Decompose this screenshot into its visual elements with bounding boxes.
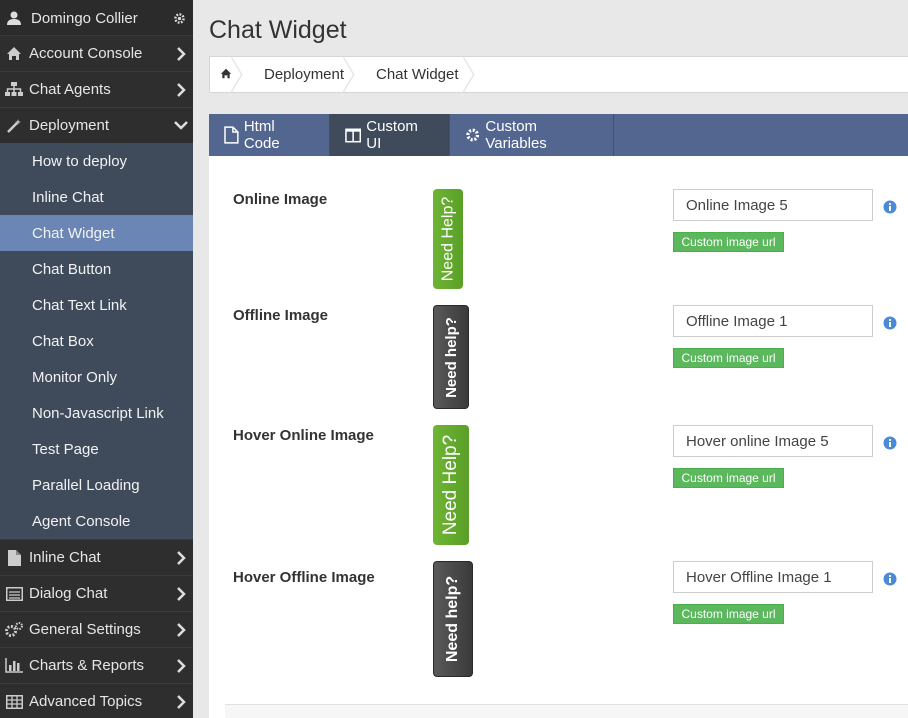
hover-offline-image-url-button[interactable]: Custom image url (673, 604, 784, 624)
chevron-right-icon (169, 550, 193, 565)
sidebar-item-label: Charts & Reports (29, 657, 145, 674)
chevron-down-icon (169, 121, 193, 130)
preview-text: Need Help? (440, 434, 461, 536)
bar-chart-icon (0, 658, 28, 673)
hover-online-image-url-button[interactable]: Custom image url (673, 468, 784, 488)
sidebar-subitem-how-to-deploy[interactable]: How to deploy (0, 143, 193, 179)
sidebar-item-label: Inline Chat (29, 549, 101, 566)
table-icon (0, 694, 28, 709)
sidebar-subitem-agent-console[interactable]: Agent Console (0, 503, 193, 539)
chevron-right-icon (169, 586, 193, 601)
tab-bar: Html Code Custom UI Custom Variables (209, 114, 908, 156)
sidebar-subitem-chat-box[interactable]: Chat Box (0, 323, 193, 359)
online-image-field[interactable] (673, 189, 873, 221)
main-area: Chat Widget Deployment Chat Widget Html … (193, 0, 908, 718)
sidebar-subitem-chat-widget[interactable]: Chat Widget (0, 215, 193, 251)
sidebar-item-account-console[interactable]: Account Console (0, 35, 193, 71)
sidebar-subitem-monitor-only[interactable]: Monitor Only (0, 359, 193, 395)
tab-label: Custom UI (366, 118, 418, 152)
breadcrumb: Deployment Chat Widget (209, 56, 908, 93)
hover-online-image-preview: Need Help? (433, 425, 469, 545)
list-window-icon (0, 586, 28, 601)
hover-offline-image-preview: Need help? (433, 561, 473, 677)
tab-html-code[interactable]: Html Code (209, 114, 330, 156)
cogs-icon (0, 621, 28, 638)
file-icon (224, 126, 239, 144)
breadcrumb-chat-widget: Chat Widget (354, 57, 475, 92)
preview-text: Need Help? (439, 196, 456, 282)
sidebar-item-label: General Settings (29, 621, 141, 638)
sitemap-icon (0, 82, 28, 97)
sidebar-item-label: Advanced Topics (29, 693, 143, 710)
hover-online-image-label: Hover Online Image (233, 427, 374, 444)
breadcrumb-label: Deployment (264, 66, 345, 83)
online-image-url-button[interactable]: Custom image url (673, 232, 784, 252)
sidebar: Domingo Collier Account Console Chat Age… (0, 0, 193, 718)
hover-offline-image-field[interactable] (673, 561, 873, 593)
sidebar-subitem-chat-button[interactable]: Chat Button (0, 251, 193, 287)
chevron-right-icon (169, 622, 193, 637)
gear-icon (466, 128, 480, 142)
online-image-label: Online Image (233, 191, 328, 208)
gear-icon[interactable] (165, 12, 193, 25)
hover-offline-image-label: Hover Offline Image (233, 569, 375, 586)
sidebar-item-dialog-chat[interactable]: Dialog Chat (0, 575, 193, 611)
tab-label: Html Code (243, 118, 280, 152)
sidebar-item-general-settings[interactable]: General Settings (0, 611, 193, 647)
sidebar-subitem-non-javascript-link[interactable]: Non-Javascript Link (0, 395, 193, 431)
sidebar-item-label: Deployment (29, 117, 110, 134)
document-icon (0, 549, 28, 566)
chevron-right-icon (169, 46, 193, 61)
chevron-right-icon (169, 694, 193, 709)
user-icon (0, 10, 28, 26)
magic-wand-icon (0, 118, 28, 134)
sidebar-item-label: Chat Agents (29, 81, 111, 98)
sidebar-subitem-test-page[interactable]: Test Page (0, 431, 193, 467)
content-footer (225, 704, 908, 718)
preview-text: Need help? (442, 316, 460, 398)
info-icon[interactable] (883, 436, 897, 450)
hover-online-image-field[interactable] (673, 425, 873, 457)
sidebar-subitem-chat-text-link[interactable]: Chat Text Link (0, 287, 193, 323)
info-icon[interactable] (883, 200, 897, 214)
tab-label: Custom Variables (485, 118, 547, 152)
offline-image-label: Offline Image (233, 307, 329, 324)
home-icon (0, 46, 28, 61)
sidebar-item-inline-chat[interactable]: Inline Chat (0, 539, 193, 575)
chevron-right-icon (169, 82, 193, 97)
sidebar-item-advanced-topics[interactable]: Advanced Topics (0, 683, 193, 718)
user-name: Domingo Collier (31, 9, 138, 27)
chevron-right-icon (169, 658, 193, 673)
content-panel: Html Code Custom UI Custom Variables Onl… (209, 114, 908, 718)
sidebar-subitem-inline-chat[interactable]: Inline Chat (0, 179, 193, 215)
sidebar-subitem-parallel-loading[interactable]: Parallel Loading (0, 467, 193, 503)
tab-custom-variables[interactable]: Custom Variables (450, 114, 614, 156)
preview-text: Need help? (444, 575, 462, 663)
user-row[interactable]: Domingo Collier (0, 0, 193, 36)
online-image-preview: Need Help? (433, 189, 463, 289)
columns-icon (345, 128, 362, 142)
sidebar-item-label: Account Console (29, 45, 143, 62)
offline-image-preview: Need help? (433, 305, 469, 409)
sidebar-item-chat-agents[interactable]: Chat Agents (0, 71, 193, 107)
breadcrumb-label: Chat Widget (376, 66, 459, 83)
sidebar-item-charts-reports[interactable]: Charts & Reports (0, 647, 193, 683)
breadcrumb-home[interactable] (210, 57, 243, 92)
offline-image-field[interactable] (673, 305, 873, 337)
info-icon[interactable] (883, 572, 897, 586)
tab-custom-ui[interactable]: Custom UI (330, 114, 450, 156)
breadcrumb-deployment[interactable]: Deployment (242, 57, 355, 92)
page-title: Chat Widget (209, 16, 347, 44)
info-icon[interactable] (883, 316, 897, 330)
sidebar-item-label: Dialog Chat (29, 585, 108, 602)
offline-image-url-button[interactable]: Custom image url (673, 348, 784, 368)
sidebar-item-deployment[interactable]: Deployment (0, 107, 193, 143)
